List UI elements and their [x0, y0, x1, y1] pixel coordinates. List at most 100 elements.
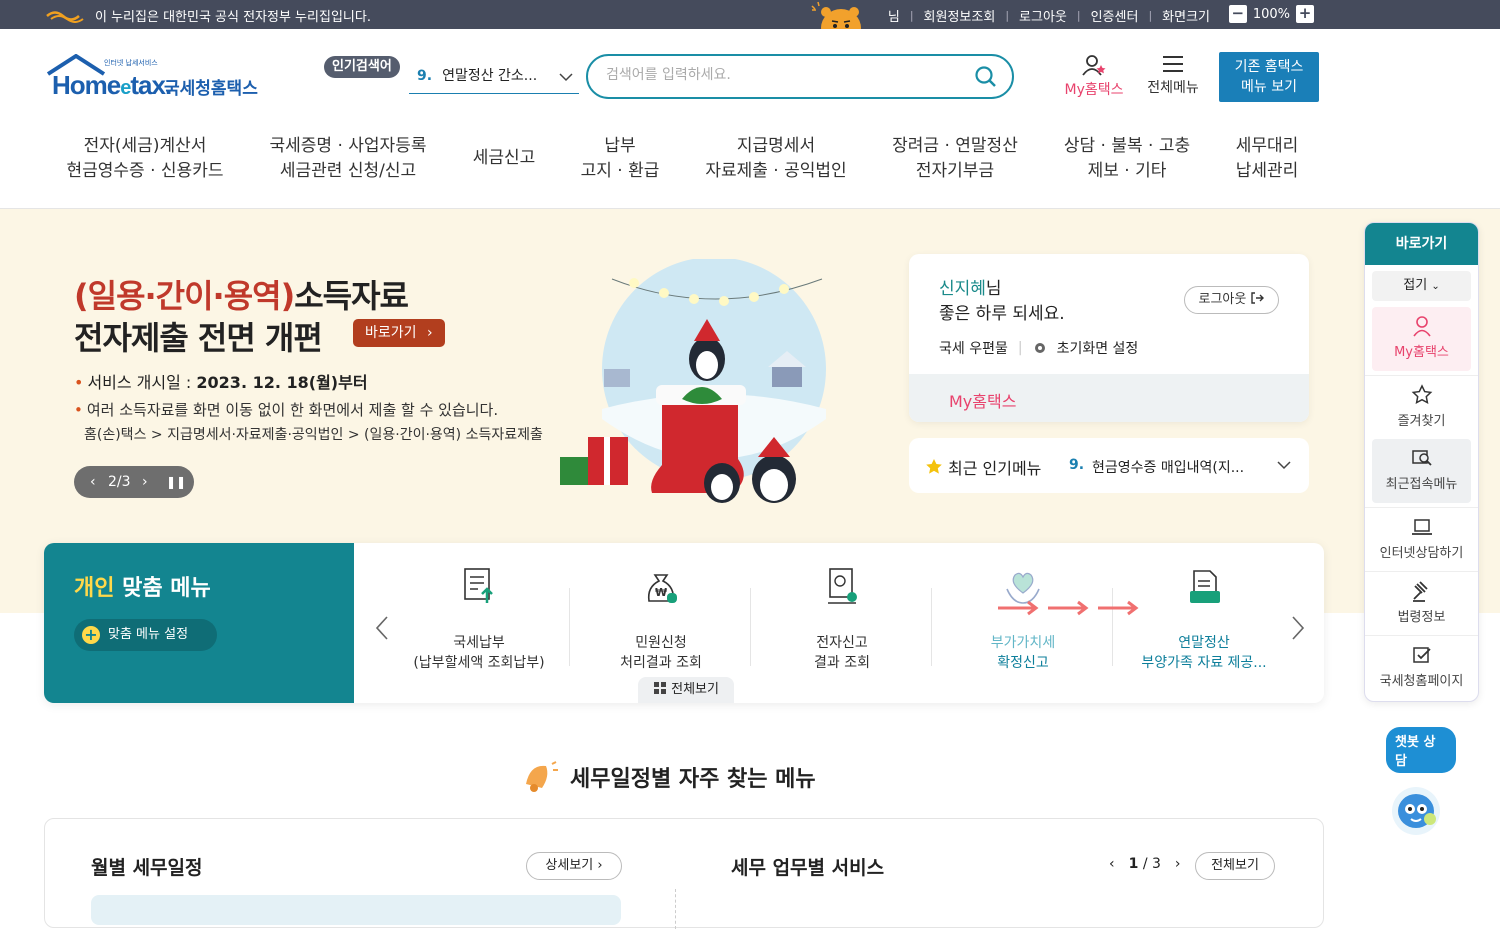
penguin-boot-illustration [560, 259, 826, 503]
user-icon [1412, 316, 1431, 337]
hero-go-button[interactable]: 바로가기 › [353, 319, 445, 347]
plus-icon: + [82, 626, 100, 644]
hero-title: (일용·간이·용역)소득자료 [74, 277, 409, 315]
logout-link[interactable]: 로그아웃 [1019, 6, 1067, 25]
old-menu-button[interactable]: 기존 홈택스 메뉴 보기 [1219, 52, 1319, 102]
logout-icon [1251, 292, 1265, 304]
nav-item-e-invoice[interactable]: 전자(세금)계산서 현금영수증 · 신용카드 [60, 134, 230, 184]
chevron-right-icon[interactable] [1290, 615, 1306, 641]
cert-center-link[interactable]: 인증센터 [1091, 6, 1139, 25]
login-card: 신지혜님 좋은 하루 되세요. 로그아웃 국세 우편물 | 초기화면 설정 My… [909, 254, 1309, 422]
old-menu-label-2: 메뉴 보기 [1241, 79, 1297, 95]
arrow-indicator-icon [998, 600, 1139, 616]
member-info-link[interactable]: 회원정보조회 [924, 6, 996, 25]
custom-item-e-filing[interactable]: 전자신고 결과 조회 [752, 563, 932, 673]
logo-wordmark: Homeetax. [52, 70, 172, 100]
quick-menu-title: 바로가기 [1365, 223, 1478, 265]
gear-icon [1034, 343, 1045, 353]
slide-prev-icon[interactable]: ‹ [90, 466, 96, 498]
monthly-schedule-title: 월별 세무일정 [91, 857, 203, 879]
schedule-detail-button[interactable]: 상세보기 › [526, 852, 622, 880]
quick-recent-menu[interactable]: 최근접속메뉴 [1372, 439, 1471, 503]
gavel-icon [1412, 581, 1428, 602]
all-menu-button[interactable]: 전체메뉴 [1142, 53, 1204, 97]
slide-next-icon[interactable]: › [142, 466, 148, 498]
slide-counter: 2/3 [108, 474, 131, 490]
greeting: 좋은 하루 되세요. [939, 304, 1065, 324]
divider [750, 588, 751, 666]
schedule-calendar-bar [91, 895, 621, 925]
document-tray-icon [1190, 570, 1220, 603]
global-nav: 전자(세금)계산서 현금영수증 · 신용카드 국세증명 · 사업자등록 세금관련 신… [0, 134, 1500, 194]
custom-item-year-end[interactable]: 연말정산 부양가족 자료 제공... [1114, 563, 1294, 673]
hero-desc: • 여러 소득자료를 화면 이동 없이 한 화면에서 제출 할 수 있습니다. [74, 401, 499, 419]
custom-menu-title: 개인 맞춤 메뉴 [74, 576, 211, 601]
hometax-logo[interactable]: 인터넷 납세서비스 Homeetax. 국세청홈택스 [46, 54, 261, 104]
custom-item-tax-payment[interactable]: 국세납부 (납부할세액 조회납부) [389, 563, 569, 673]
mailbox-link[interactable]: 국세 우편물 [939, 338, 1008, 358]
user-suffix: 님 [887, 10, 900, 25]
pause-icon[interactable]: ❚❚ [166, 466, 186, 498]
hamburger-icon [1163, 56, 1183, 72]
custom-item-civil-request[interactable]: ₩ 민원신청 처리결과 조회 [571, 563, 751, 673]
chevron-left-icon[interactable] [374, 615, 390, 641]
star-outline-icon [1411, 384, 1432, 404]
popular-search-select[interactable]: 9. 연말정산 간소... [409, 64, 579, 94]
recent-popular-menu[interactable]: 최근 인기메뉴 9. 현금영수증 매입내역(지... [909, 438, 1309, 493]
hero-title-2: 전자제출 전면 개편 [74, 319, 323, 357]
site-header: 인터넷 납세서비스 Homeetax. 국세청홈택스 인기검색어 9. 연말정산… [0, 29, 1500, 209]
recent-text: 현금영수증 매입내역(지... [1092, 460, 1245, 476]
page-prev-icon[interactable]: ‹ [1109, 856, 1115, 872]
screen-size-label: 화면크기 [1162, 10, 1210, 25]
nav-item-payment[interactable]: 납부 고지 · 환급 [565, 134, 675, 184]
service-view-all-button[interactable]: 전체보기 [1195, 852, 1275, 880]
logout-button[interactable]: 로그아웃 [1184, 286, 1279, 314]
quick-my-hometax[interactable]: My홈택스 [1372, 307, 1471, 371]
divider [931, 588, 932, 666]
user-star-icon [1082, 55, 1106, 76]
nav-item-tax-report[interactable]: 세금신고 [462, 146, 546, 171]
gov-notice: 이 누리집은 대한민국 공식 전자정부 누리집입니다. [95, 10, 371, 25]
nav-item-incentive[interactable]: 장려금 · 연말정산 전자기부금 [882, 134, 1028, 184]
quick-nts-homepage[interactable]: 국세청홈페이지 [1365, 635, 1478, 699]
chatbot-button[interactable]: 챗봇 상담 [1386, 727, 1456, 839]
quick-law-info[interactable]: 법령정보 [1365, 571, 1478, 635]
custom-menu-setting-button[interactable]: + 맞춤 메뉴 설정 [74, 619, 217, 651]
old-menu-label-1: 기존 홈택스 [1234, 59, 1304, 75]
quick-favorites[interactable]: 즐겨찾기 [1365, 375, 1478, 439]
nav-item-tax-agent[interactable]: 세무대리 납세관리 [1222, 134, 1312, 184]
logo-korean: 국세청홈택스 [164, 79, 258, 99]
nav-item-certificate[interactable]: 국세증명 · 사업자등록 세금관련 신청/신고 [262, 134, 434, 184]
zoom-level: 100% [1252, 6, 1290, 22]
chevron-down-icon [559, 73, 573, 82]
page-next-icon[interactable]: › [1175, 856, 1181, 872]
laptop-icon [1411, 519, 1432, 535]
page-current: 1 [1128, 856, 1139, 872]
hero-path: 홈(손)택스 > 지급명세서·자료제출·공익법인 > (일용·간이·용역) 소득… [84, 427, 543, 443]
chatbot-mascot-icon [1392, 787, 1440, 835]
nav-item-consult[interactable]: 상담 · 불복 · 고충 제보 · 기타 [1056, 134, 1198, 184]
view-all-button[interactable]: 전체보기 [638, 677, 734, 703]
nav-item-payment-statement[interactable]: 지급명세서 자료제출 · 공익법인 [696, 134, 856, 184]
my-hometax-label: My홈택스 [1064, 82, 1124, 98]
my-hometax-button[interactable]: My홈택스 [1058, 53, 1130, 99]
reset-home-link[interactable]: 초기화면 설정 [1057, 338, 1139, 358]
all-menu-label: 전체메뉴 [1147, 80, 1199, 96]
zoom-out-button[interactable]: − [1228, 5, 1247, 23]
fold-button[interactable]: 접기 ⌄ [1372, 271, 1471, 301]
search-box [586, 54, 1014, 99]
custom-item-vat[interactable]: 부가가치세 확정신고 [933, 563, 1113, 673]
logo-tagline: 인터넷 납세서비스 [104, 59, 158, 67]
slide-controls: ‹ 2/3 › ❚❚ [74, 466, 194, 498]
edit-document-icon [1412, 647, 1431, 663]
quick-online-consult[interactable]: 인터넷상담하기 [1365, 507, 1478, 571]
my-hometax-bar[interactable]: My홈택스 [909, 374, 1309, 422]
search-icon[interactable] [974, 65, 998, 89]
page-total: / 3 [1142, 856, 1161, 872]
zoom-in-button[interactable]: + [1296, 5, 1314, 23]
certificate-icon [828, 568, 857, 604]
document-upload-icon [464, 568, 493, 603]
recent-search-icon [1411, 450, 1432, 466]
svg-text:₩: ₩ [655, 586, 667, 599]
search-input[interactable] [606, 67, 966, 83]
